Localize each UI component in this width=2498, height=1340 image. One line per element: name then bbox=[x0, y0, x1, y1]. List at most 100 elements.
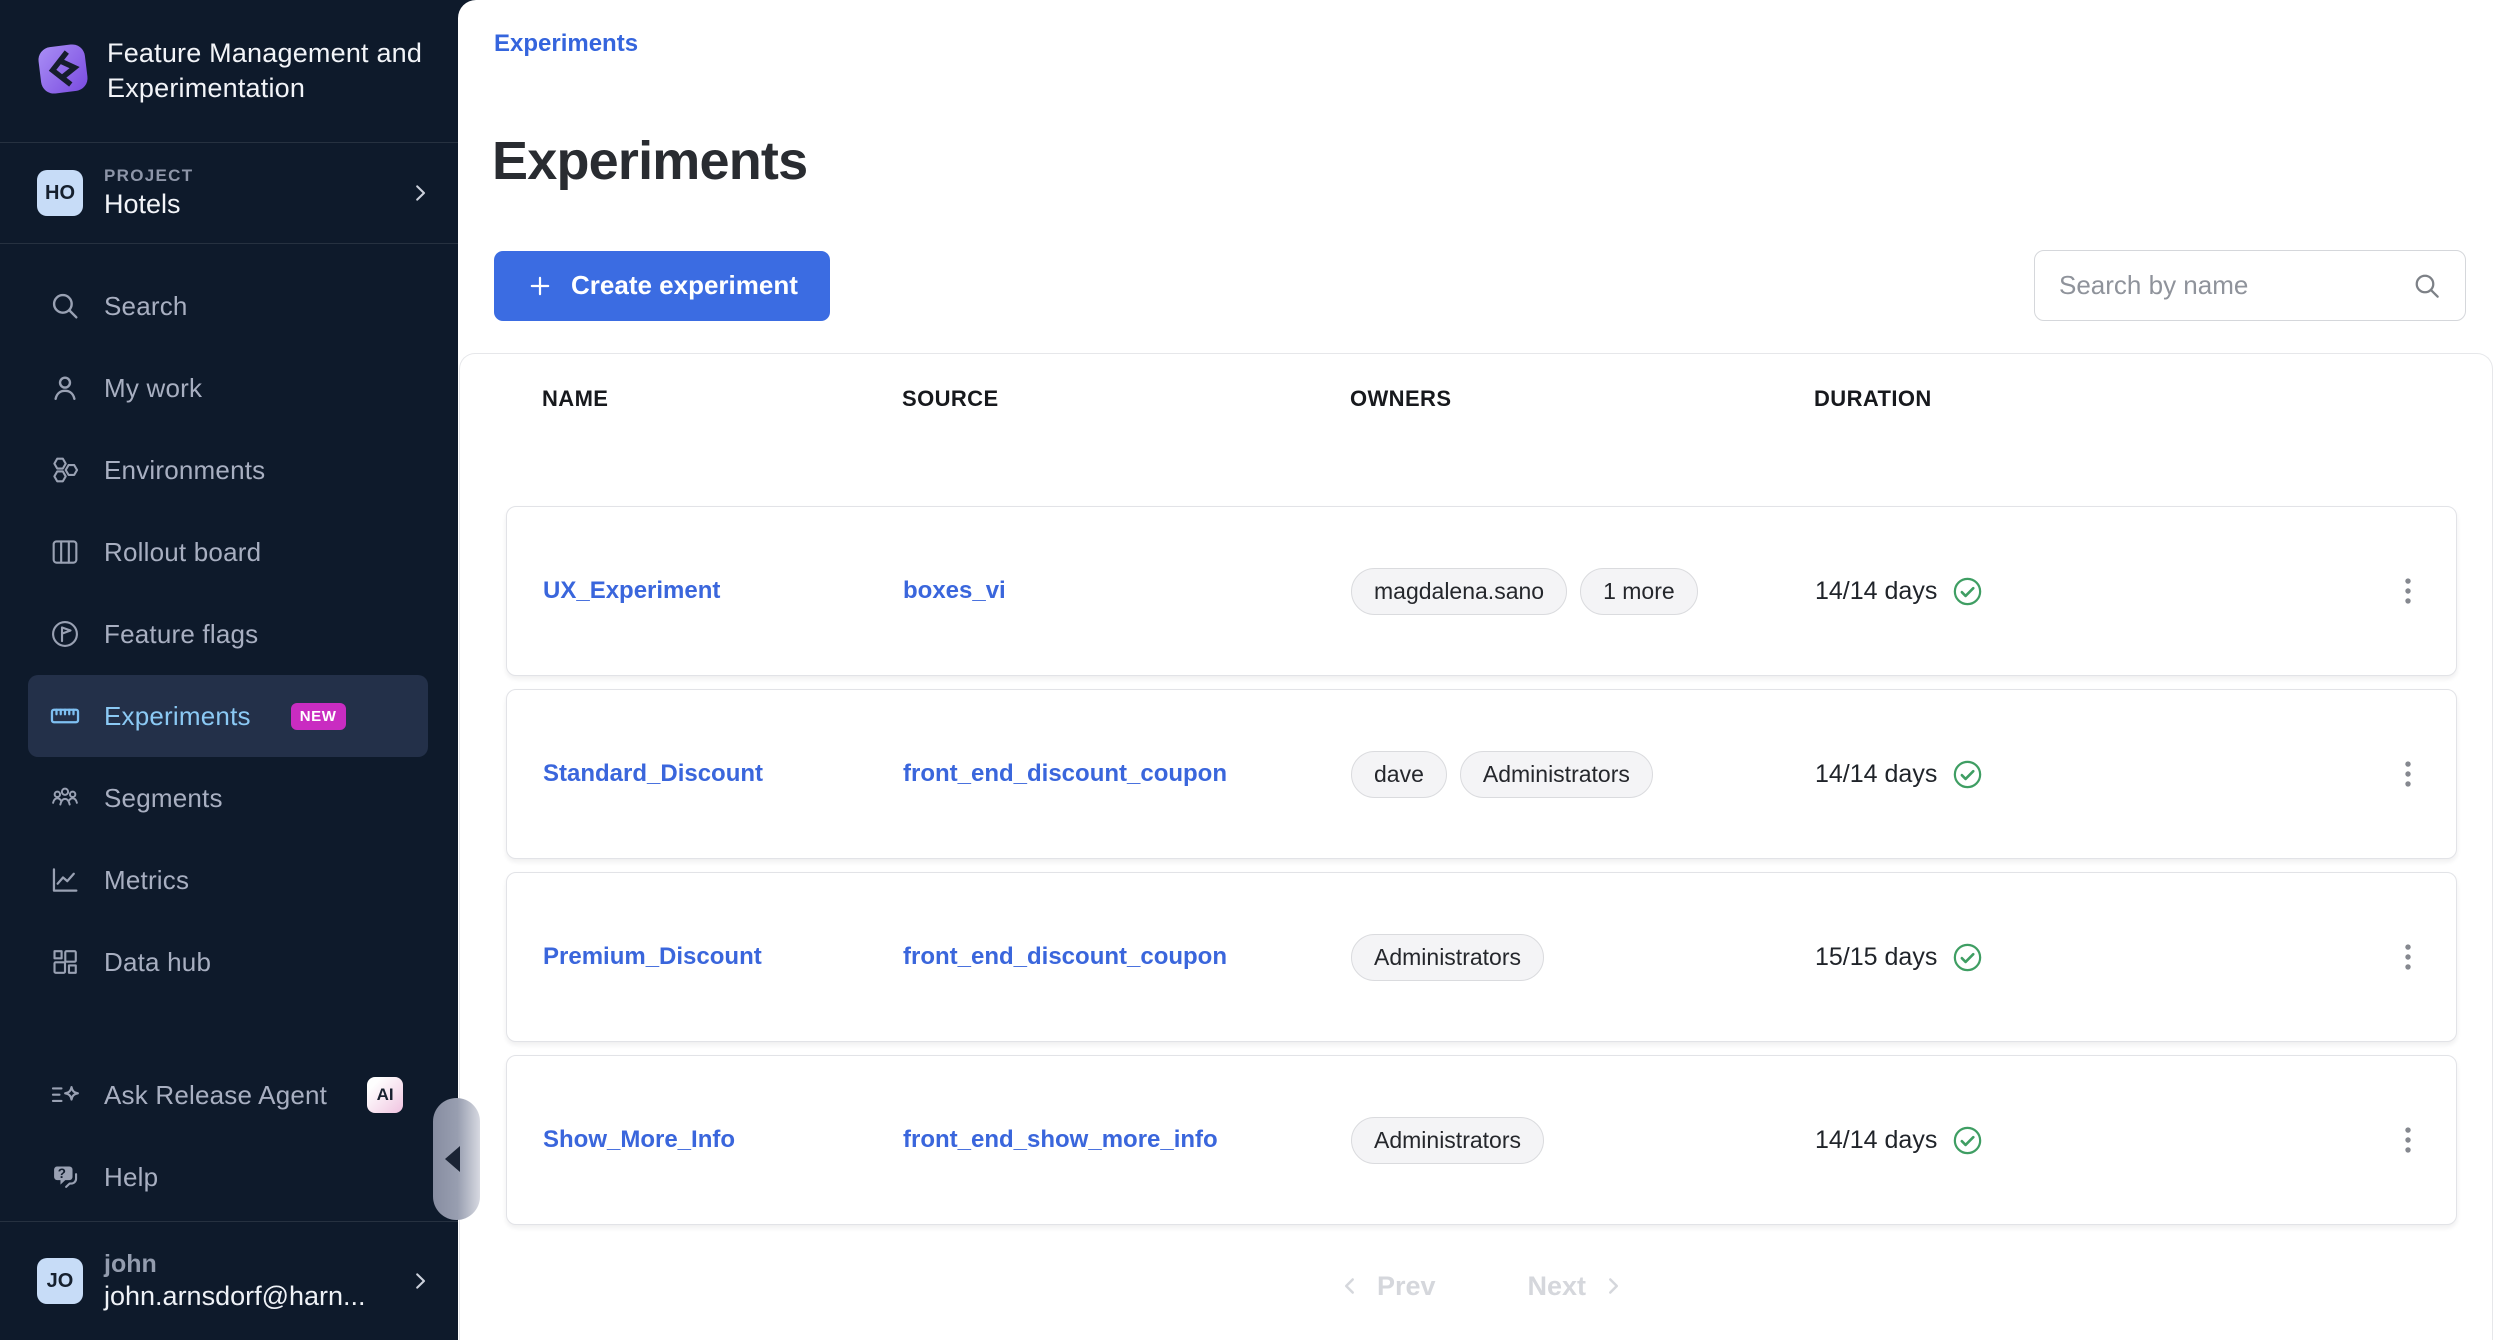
sidebar: Feature Management and Experimentation H… bbox=[0, 0, 458, 1340]
project-avatar: HO bbox=[37, 170, 83, 216]
sidebar-item-experiments[interactable]: Experiments NEW bbox=[28, 675, 428, 757]
prev-page-button[interactable]: Prev bbox=[1337, 1271, 1436, 1302]
sidebar-item-label: Rollout board bbox=[104, 537, 261, 568]
project-label: PROJECT bbox=[104, 166, 193, 186]
row-actions-kebab-button[interactable] bbox=[2386, 742, 2430, 806]
column-header-source: SOURCE bbox=[902, 386, 1350, 412]
owners-cell: Administrators bbox=[1351, 934, 1815, 981]
sidebar-item-label: Experiments bbox=[104, 701, 251, 732]
sidebar-item-label: Metrics bbox=[104, 865, 189, 896]
experiment-name-link[interactable]: Premium_Discount bbox=[543, 943, 762, 971]
sidebar-item-label: Segments bbox=[104, 783, 223, 814]
check-circle-icon bbox=[1951, 575, 1984, 608]
sidebar-item-environments[interactable]: Environments bbox=[28, 429, 428, 511]
column-header-owners: OWNERS bbox=[1350, 386, 1814, 412]
sidebar-nav-tools: Ask Release Agent AI ? Help bbox=[0, 1033, 458, 1218]
app-brand[interactable]: Feature Management and Experimentation bbox=[0, 0, 458, 142]
duration-cell: 14/14 days bbox=[1815, 1124, 2374, 1157]
new-badge: NEW bbox=[291, 703, 346, 730]
sidebar-collapse-handle[interactable] bbox=[433, 1098, 480, 1220]
main-content: Experiments Experiments Create experimen… bbox=[458, 0, 2498, 1340]
experiment-name-link[interactable]: UX_Experiment bbox=[543, 577, 720, 605]
sidebar-item-segments[interactable]: Segments bbox=[28, 757, 428, 839]
breadcrumb[interactable]: Experiments bbox=[494, 30, 638, 58]
pagination: Prev Next bbox=[506, 1238, 2457, 1334]
owner-pill: dave bbox=[1351, 751, 1447, 798]
sidebar-item-label: Environments bbox=[104, 455, 265, 486]
owners-cell: dave Administrators bbox=[1351, 751, 1815, 798]
experiment-source-link[interactable]: front_end_discount_coupon bbox=[903, 943, 1227, 971]
experiments-ruler-icon bbox=[48, 699, 82, 733]
experiment-row: Standard_Discount front_end_discount_cou… bbox=[506, 689, 2457, 859]
sidebar-item-my-work[interactable]: My work bbox=[28, 347, 428, 429]
sidebar-item-label: Data hub bbox=[104, 947, 211, 978]
owners-cell: Administrators bbox=[1351, 1117, 1815, 1164]
plus-icon bbox=[526, 272, 554, 300]
user-menu[interactable]: JO john john.arnsdorf@harn... bbox=[0, 1222, 458, 1340]
create-experiment-button[interactable]: Create experiment bbox=[494, 251, 830, 321]
sparkle-icon bbox=[48, 1078, 82, 1112]
duration-value: 15/15 days bbox=[1815, 943, 1937, 972]
experiment-name-link[interactable]: Standard_Discount bbox=[543, 760, 763, 788]
help-icon: ? bbox=[48, 1160, 82, 1194]
duration-cell: 14/14 days bbox=[1815, 575, 2374, 608]
duration-cell: 15/15 days bbox=[1815, 941, 2374, 974]
table-header-row: NAMESOURCEOWNERSDURATION bbox=[506, 354, 2457, 506]
user-email: john.arnsdorf@harn... bbox=[104, 1281, 366, 1312]
experiment-row: UX_Experiment boxes_vi magdalena.sano1 m… bbox=[506, 506, 2457, 676]
experiment-source-link[interactable]: front_end_show_more_info bbox=[903, 1126, 1218, 1154]
data-hub-icon bbox=[48, 945, 82, 979]
owner-pill[interactable]: 1 more bbox=[1580, 568, 1698, 615]
user-icon bbox=[48, 371, 82, 405]
experiment-row: Show_More_Info front_end_show_more_info … bbox=[506, 1055, 2457, 1225]
sidebar-item-search[interactable]: Search bbox=[28, 265, 428, 347]
sidebar-item-label: My work bbox=[104, 373, 202, 404]
page-title: Experiments bbox=[492, 130, 2498, 192]
row-actions-kebab-button[interactable] bbox=[2386, 925, 2430, 989]
sidebar-item-help[interactable]: ? Help bbox=[28, 1136, 428, 1218]
app-root: Feature Management and Experimentation H… bbox=[0, 0, 2498, 1340]
project-selector[interactable]: HO PROJECT Hotels bbox=[0, 143, 458, 243]
ai-badge: AI bbox=[367, 1077, 403, 1113]
sidebar-item-feature-flags[interactable]: Feature flags bbox=[28, 593, 428, 675]
chevron-right-icon bbox=[408, 181, 432, 205]
owner-pill: Administrators bbox=[1351, 934, 1544, 981]
chevron-left-icon bbox=[1337, 1273, 1363, 1299]
app-logo-icon bbox=[35, 41, 91, 102]
svg-text:?: ? bbox=[58, 1166, 66, 1181]
column-header-duration: DURATION bbox=[1814, 386, 2375, 412]
sidebar-item-data-hub[interactable]: Data hub bbox=[28, 921, 428, 1003]
owners-cell: magdalena.sano1 more bbox=[1351, 568, 1815, 615]
sidebar-item-ask-release-agent[interactable]: Ask Release Agent AI bbox=[28, 1054, 428, 1136]
sidebar-nav-main: Search My work Environments Rollout boar… bbox=[0, 244, 458, 1003]
chevron-right-icon bbox=[408, 1269, 432, 1293]
toolbar: Create experiment bbox=[494, 250, 2466, 321]
row-actions-kebab-button[interactable] bbox=[2386, 559, 2430, 623]
app-title: Feature Management and Experimentation bbox=[107, 36, 434, 106]
metrics-icon bbox=[48, 863, 82, 897]
experiment-source-link[interactable]: front_end_discount_coupon bbox=[903, 760, 1227, 788]
row-actions-kebab-button[interactable] bbox=[2386, 1108, 2430, 1172]
chevron-right-icon bbox=[1600, 1273, 1626, 1299]
experiment-source-link[interactable]: boxes_vi bbox=[903, 577, 1006, 605]
duration-value: 14/14 days bbox=[1815, 760, 1937, 789]
check-circle-icon bbox=[1951, 758, 1984, 791]
experiments-panel: NAMESOURCEOWNERSDURATION UX_Experiment b… bbox=[459, 353, 2493, 1340]
experiment-name-link[interactable]: Show_More_Info bbox=[543, 1126, 735, 1154]
user-avatar: JO bbox=[37, 1258, 83, 1304]
search-box bbox=[2034, 250, 2466, 321]
check-circle-icon bbox=[1951, 1124, 1984, 1157]
next-page-button[interactable]: Next bbox=[1528, 1271, 1627, 1302]
sidebar-item-rollout-board[interactable]: Rollout board bbox=[28, 511, 428, 593]
column-header-name: NAME bbox=[542, 386, 902, 412]
sidebar-item-metrics[interactable]: Metrics bbox=[28, 839, 428, 921]
search-icon[interactable] bbox=[2411, 270, 2443, 302]
search-icon bbox=[48, 289, 82, 323]
sidebar-item-label: Help bbox=[104, 1162, 158, 1193]
search-input[interactable] bbox=[2059, 270, 2411, 301]
chevron-left-icon bbox=[445, 1146, 460, 1172]
check-circle-icon bbox=[1951, 941, 1984, 974]
duration-cell: 14/14 days bbox=[1815, 758, 2374, 791]
sidebar-item-label: Feature flags bbox=[104, 619, 258, 650]
owner-pill: Administrators bbox=[1460, 751, 1653, 798]
